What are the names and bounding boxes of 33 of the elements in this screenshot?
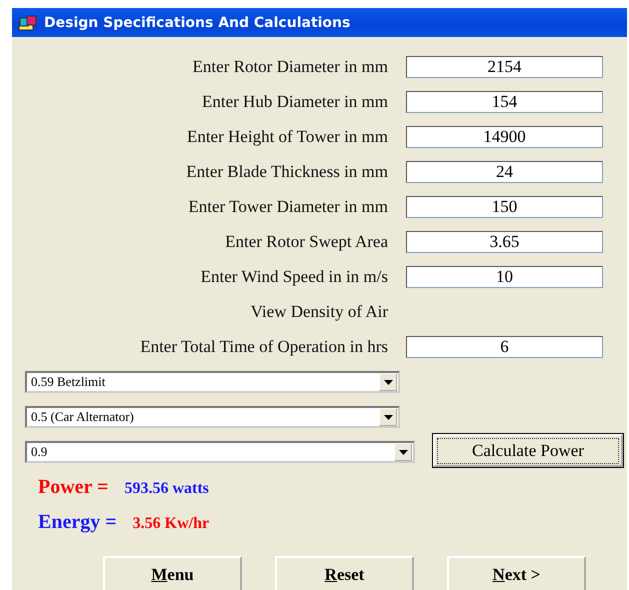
input-field[interactable]: 2154 bbox=[406, 56, 603, 78]
caret-icon bbox=[384, 414, 392, 420]
field-label: Enter Tower Diameter in mm bbox=[187, 197, 388, 217]
input-field[interactable]: 3.65 bbox=[406, 231, 603, 253]
result-value: 593.56 watts bbox=[124, 480, 209, 498]
input-field[interactable]: 24 bbox=[406, 161, 603, 183]
dropdown[interactable]: 0.59 Betzlimit bbox=[25, 371, 400, 393]
input-field[interactable]: 6 bbox=[406, 336, 603, 358]
field-label: Enter Height of Tower in mm bbox=[186, 127, 388, 147]
nav-button[interactable]: Next > bbox=[447, 556, 586, 590]
field-label: Enter Rotor Swept Area bbox=[224, 232, 388, 252]
dropdown[interactable]: 0.5 (Car Alternator) bbox=[25, 406, 400, 428]
input-field[interactable]: 10 bbox=[406, 266, 603, 288]
caret-icon bbox=[398, 450, 408, 454]
window-title: Design Specifications And Calculations bbox=[44, 14, 350, 30]
nav-button[interactable]: Reset bbox=[275, 556, 414, 590]
field-label: Enter Total Time of Operation in hrs bbox=[139, 337, 388, 357]
input-field[interactable]: 154 bbox=[406, 91, 603, 113]
dropdown[interactable]: 0.9 bbox=[25, 441, 415, 463]
result-label: Energy = bbox=[38, 511, 117, 534]
field-label: Enter Wind Speed in in m/s bbox=[200, 267, 388, 287]
caret-icon bbox=[384, 380, 392, 384]
result-value: 3.56 Kw/hr bbox=[132, 515, 210, 533]
cubes-icon bbox=[18, 14, 38, 32]
nav-button[interactable]: Menu bbox=[103, 556, 242, 590]
field-label: Enter Blade Thickness in mm bbox=[185, 162, 388, 182]
input-field[interactable]: 14900 bbox=[406, 126, 603, 148]
result-label: Power = bbox=[38, 476, 108, 499]
calculate-button[interactable]: Calculate Power bbox=[433, 434, 623, 467]
field-label: Enter Hub Diameter in mm bbox=[200, 92, 388, 112]
field-label: View Density of Air bbox=[250, 302, 388, 322]
input-field[interactable]: 150 bbox=[406, 196, 603, 218]
field-label: Enter Rotor Diameter in mm bbox=[192, 57, 388, 77]
